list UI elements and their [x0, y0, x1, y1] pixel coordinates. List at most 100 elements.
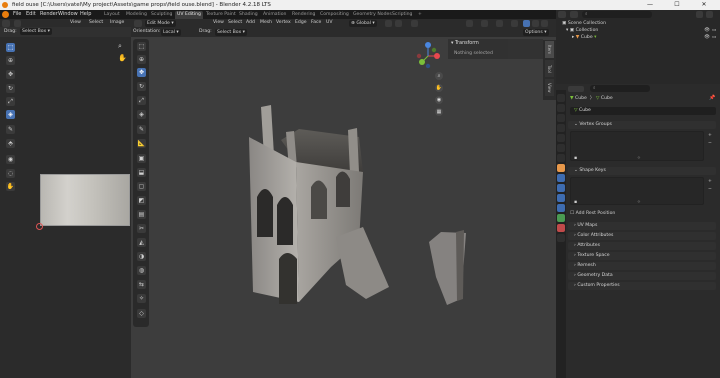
cube-render-icon[interactable]: ▭ [712, 34, 716, 41]
modifier-properties-tab-icon[interactable] [557, 174, 565, 182]
vp-menu-vertex[interactable]: Vertex [276, 19, 291, 27]
collection-properties-tab-icon[interactable] [557, 154, 565, 162]
physics-properties-tab-icon[interactable] [557, 194, 565, 202]
properties-editor-type-icon[interactable] [568, 86, 584, 92]
zoom-view-icon[interactable]: ⌕ [435, 72, 443, 80]
vp-menu-edge[interactable]: Edge [295, 19, 307, 27]
section-remesh[interactable]: › Remesh [568, 262, 716, 270]
cube-visibility-icon[interactable]: 👁 [704, 34, 710, 41]
solid-shading-icon[interactable] [523, 20, 530, 27]
properties-search-input[interactable]: ⌕ [590, 85, 650, 92]
uv-menu-select[interactable]: Select [89, 19, 103, 27]
outliner-row-scene-collection[interactable]: ▣ Scene Collection [562, 20, 606, 27]
overlay-toggle-icon[interactable] [496, 20, 503, 27]
vertex-group-remove-button[interactable]: − [708, 140, 712, 147]
uv-select-tool-icon[interactable]: ⬚ [6, 43, 15, 52]
particles-properties-tab-icon[interactable] [557, 184, 565, 192]
workspace-tab-scripting[interactable]: Scripting [390, 11, 414, 19]
workspace-tab-animation[interactable]: Animation [261, 11, 288, 19]
maximize-button[interactable]: ☐ [667, 0, 687, 10]
mode-dropdown[interactable]: Edit Mode ▾ [145, 20, 176, 27]
add-workspace-button[interactable]: + [416, 11, 424, 19]
tool-properties-tab-icon[interactable] [557, 94, 565, 102]
shape-key-remove-button[interactable]: − [708, 186, 712, 193]
gizmo-toggle-icon[interactable] [481, 20, 488, 27]
collection-visibility-icon[interactable]: 👁 [704, 27, 710, 34]
vp-menu-add[interactable]: Add [246, 19, 255, 27]
uv-pinch-tool-icon[interactable]: ✋ [6, 182, 15, 191]
collection-render-icon[interactable]: ▭ [712, 27, 716, 34]
section-geometry-data[interactable]: › Geometry Data [568, 272, 716, 280]
menu-window[interactable]: Window [58, 10, 78, 19]
workspace-tab-uv-editing[interactable]: UV Editing [175, 11, 203, 19]
vertex-group-handle-icon[interactable]: ▪ [574, 155, 577, 162]
render-properties-tab-icon[interactable] [557, 104, 565, 112]
close-button[interactable]: ✕ [694, 0, 714, 10]
transform-panel-title[interactable]: ▾ Transform [451, 40, 479, 47]
vertex-group-add-button[interactable]: + [708, 132, 712, 139]
pivot-icon[interactable] [385, 20, 392, 27]
uv-grab-tool-icon[interactable]: ◉ [6, 155, 15, 164]
blender-menu-icon[interactable] [2, 11, 9, 18]
output-properties-tab-icon[interactable] [557, 114, 565, 122]
menu-file[interactable]: File [13, 10, 21, 19]
section-custom-properties[interactable]: › Custom Properties [568, 282, 716, 290]
editor-type-icon[interactable] [2, 20, 10, 27]
uv-annotate-tool-icon[interactable]: ✎ [6, 125, 15, 134]
ortho-toggle-icon[interactable]: ▦ [435, 108, 443, 116]
section-uv-maps[interactable]: › UV Maps [568, 222, 716, 230]
viewport-select-box-dropdown[interactable]: Select Box ▾ [215, 29, 247, 36]
rendered-shading-icon[interactable] [541, 20, 548, 27]
sidebar-tab-item[interactable]: Item [545, 41, 554, 58]
vp-menu-view[interactable]: View [213, 19, 224, 27]
scene-properties-tab-icon[interactable] [557, 134, 565, 142]
uv-select-box-dropdown[interactable]: Select Box ▾ [20, 28, 52, 35]
uv-transform-tool-icon[interactable]: ◈ [6, 110, 15, 119]
section-vertex-groups[interactable]: ⌄ Vertex Groups [568, 121, 716, 129]
navigation-gizmo[interactable] [413, 40, 443, 70]
section-color-attributes[interactable]: › Color Attributes [568, 232, 716, 240]
uv-menu-view[interactable]: View [70, 19, 81, 27]
uv-cursor-tool-icon[interactable]: ⊕ [6, 56, 15, 65]
workspace-tab-compositing[interactable]: Compositing [318, 11, 351, 19]
mesh-data-name-field[interactable]: ▽ Cube [570, 107, 716, 115]
outliner-display-mode-icon[interactable] [570, 11, 578, 18]
workspace-tab-shading[interactable]: Shading [237, 11, 260, 19]
snap-icon[interactable] [395, 20, 402, 27]
uv-relax-tool-icon[interactable]: ◌ [6, 169, 15, 178]
texture-properties-tab-icon[interactable] [557, 234, 565, 242]
orientation-dropdown[interactable]: Local ▾ [161, 29, 181, 36]
vp-menu-uv[interactable]: UV [326, 19, 333, 27]
vp-menu-face[interactable]: Face [311, 19, 321, 27]
shape-key-resize-icon[interactable]: ⁘ [637, 199, 641, 206]
outliner-row-cube[interactable]: ▸ ▼ Cube ▾ [572, 34, 596, 41]
outliner-filter-icon[interactable] [696, 11, 703, 18]
sidebar-tab-view[interactable]: View [545, 79, 554, 96]
shape-key-handle-icon[interactable]: ▪ [574, 199, 577, 206]
uv-rotate-tool-icon[interactable]: ↻ [6, 84, 15, 93]
minimize-button[interactable]: — [640, 0, 660, 10]
world-properties-tab-icon[interactable] [557, 144, 565, 152]
uv-select-mode-icon[interactable] [14, 20, 21, 27]
workspace-tab-modeling[interactable]: Modeling [124, 11, 149, 19]
camera-view-icon[interactable]: ◉ [435, 96, 443, 104]
transform-orientation-dropdown[interactable]: ⊕ Global ▾ [349, 20, 377, 27]
section-texture-space[interactable]: › Texture Space [568, 252, 716, 260]
outliner-editor-type-icon[interactable] [558, 11, 566, 18]
sidebar-tab-tool[interactable]: Tool [545, 60, 554, 77]
pin-icon[interactable]: 📌 [709, 95, 715, 101]
workspace-tab-sculpting[interactable]: Sculpting [149, 11, 174, 19]
outliner-row-collection[interactable]: ▾ ▣ Collection [566, 27, 598, 34]
uv-rip-tool-icon[interactable]: ⬘ [6, 139, 15, 148]
workspace-tab-geometry-nodes[interactable]: Geometry Nodes [351, 11, 394, 19]
menu-help[interactable]: Help [80, 10, 91, 19]
workspace-tab-layout[interactable]: Layout [102, 11, 122, 19]
options-dropdown[interactable]: Options ▾ [523, 29, 549, 36]
object-properties-tab-icon[interactable] [557, 164, 565, 172]
menu-render[interactable]: Render [40, 10, 58, 19]
uv-menu-image[interactable]: Image [110, 19, 124, 27]
view-layer-properties-tab-icon[interactable] [557, 124, 565, 132]
workspace-tab-texture-paint[interactable]: Texture Paint [204, 11, 238, 19]
constraints-properties-tab-icon[interactable] [557, 204, 565, 212]
uv-move-tool-icon[interactable]: ✥ [6, 70, 15, 79]
